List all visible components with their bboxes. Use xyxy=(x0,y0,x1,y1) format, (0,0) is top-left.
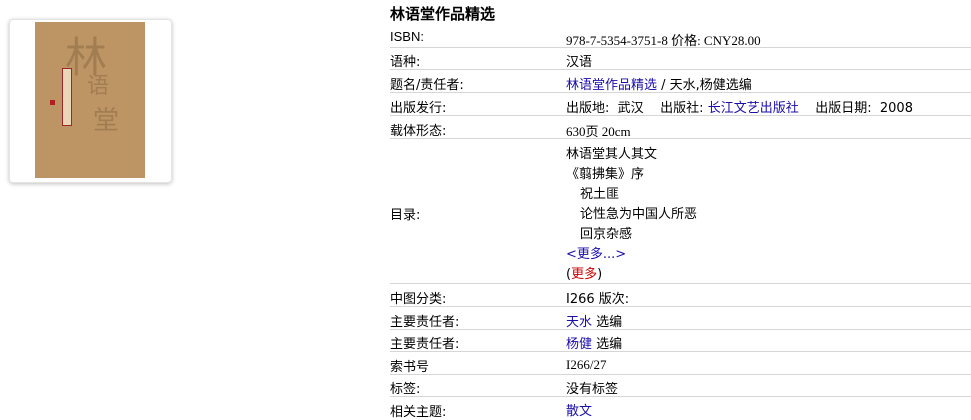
isbn-row: ISBN: 978-7-5354-3751-8 价格: CNY28.00 xyxy=(390,27,971,48)
publisher-link[interactable]: 长江文艺出版社 xyxy=(708,101,799,116)
title-author-label: 题名/责任者: xyxy=(390,78,464,93)
isbn-value: 978-7-5354-3751-8 价格: CNY28.00 xyxy=(566,33,761,48)
title-author-value: 林语堂作品精选 / 天水,杨健选编 xyxy=(566,74,752,93)
toc-more-link[interactable]: <更多...> xyxy=(566,243,626,262)
author2-row: 主要责任者: 杨健 选编 xyxy=(390,331,971,352)
title-author-row: 题名/责任者: 林语堂作品精选 / 天水,杨健选编 xyxy=(390,72,971,93)
toc-item: 回京杂感 xyxy=(580,227,633,242)
toc-more-wrapper: (更多) xyxy=(566,263,602,282)
publication-value: 出版地: 武汉 出版社: 长江文艺出版社 出版日期: 2008 xyxy=(566,97,913,116)
publication-label: 出版发行: xyxy=(390,101,447,116)
callno-row: 索书号 I266/27 xyxy=(390,354,971,375)
book-cover[interactable]: 林 语 堂 xyxy=(9,19,172,183)
author2-label: 主要责任者: xyxy=(390,337,460,352)
toc-item: 祝土匪 xyxy=(580,187,620,202)
author1-label: 主要责任者: xyxy=(390,315,460,330)
toc-more2-close: ) xyxy=(597,267,603,282)
subject-value: 散文 xyxy=(566,400,592,419)
publication-row: 出版发行: 出版地: 武汉 出版社: 长江文艺出版社 出版日期: 2008 xyxy=(390,95,971,116)
title-author-rest: / 天水,杨健选编 xyxy=(657,78,752,93)
pub-place-text: 出版地: 武汉 出版社: xyxy=(566,101,708,116)
title-link[interactable]: 林语堂作品精选 xyxy=(566,78,657,93)
clc-label: 中图分类: xyxy=(390,292,447,307)
toc-item: 林语堂其人其文 xyxy=(566,147,658,162)
subject-row: 相关主题: 散文 xyxy=(390,399,971,420)
subject-label: 相关主题: xyxy=(390,405,447,420)
pub-date-text: 出版日期: 2008 xyxy=(798,101,913,116)
language-label: 语种: xyxy=(390,55,421,70)
author1-row: 主要责任者: 天水 选编 xyxy=(390,309,971,330)
author2-role: 选编 xyxy=(592,337,623,352)
cover-char: 语 xyxy=(87,74,110,99)
author2-link[interactable]: 杨健 xyxy=(566,337,592,352)
callno-label: 索书号 xyxy=(390,360,430,375)
clc-row: 中图分类: I266 版次: xyxy=(390,286,971,307)
cover-seal xyxy=(50,100,55,105)
tags-row: 标签: 没有标签 xyxy=(390,376,971,397)
author1-value: 天水 选编 xyxy=(566,311,622,330)
toc-item: 论性急为中国人所恶 xyxy=(580,207,698,222)
tags-label: 标签: xyxy=(390,382,421,397)
toc-item: 《翦拂集》序 xyxy=(566,167,645,182)
toc-row: 目录: 林语堂其人其文 《翦拂集》序 祝土匪 论性急为中国人所恶 回京杂感 <更… xyxy=(390,141,971,284)
author1-link[interactable]: 天水 xyxy=(566,315,592,330)
physical-label: 载体形态: xyxy=(390,124,447,139)
author1-role: 选编 xyxy=(592,315,623,330)
language-value: 汉语 xyxy=(566,55,593,70)
cover-char: 堂 xyxy=(93,106,120,136)
clc-value: I266 版次: xyxy=(566,292,630,307)
cover-title-strip xyxy=(62,68,72,126)
tags-value: 没有标签 xyxy=(566,382,619,397)
book-cover-image: 林 语 堂 xyxy=(35,22,145,178)
language-row: 语种: 汉语 xyxy=(390,49,971,70)
isbn-label: ISBN: xyxy=(390,29,424,44)
physical-value: 630页 20cm xyxy=(566,124,631,139)
toc-more2-link[interactable]: 更多 xyxy=(571,267,597,282)
toc-label: 目录: xyxy=(390,208,421,223)
page-title: 林语堂作品精选 xyxy=(390,5,496,23)
physical-row: 载体形态: 630页 20cm xyxy=(390,118,971,139)
callno-value: I266/27 xyxy=(566,357,607,372)
author2-value: 杨健 选编 xyxy=(566,333,622,352)
